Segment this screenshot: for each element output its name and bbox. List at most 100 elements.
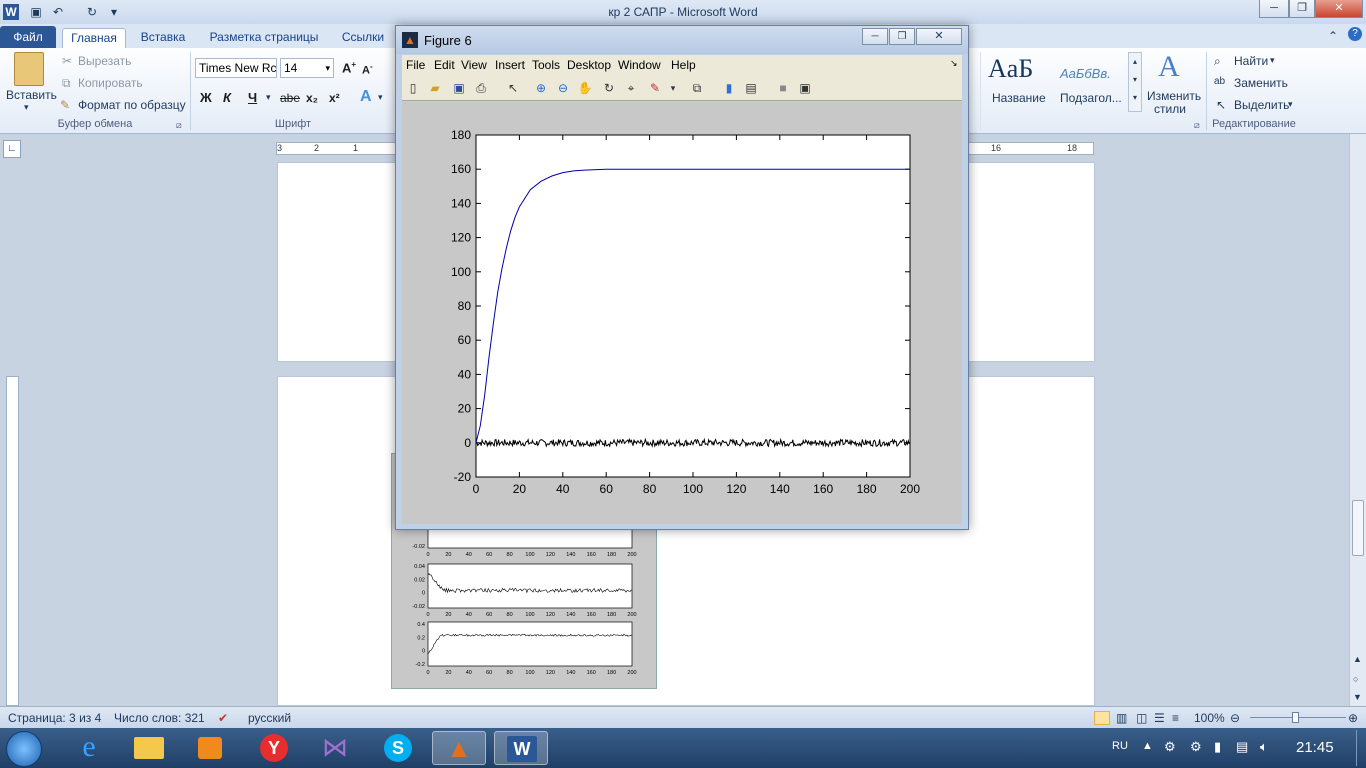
web-layout-view-icon[interactable]: ◫ — [1136, 711, 1147, 725]
menu-help[interactable]: Help — [671, 58, 696, 72]
tray-settings-icon[interactable]: ⚙ — [1164, 739, 1176, 755]
paste-dropdown-icon[interactable]: ▾ — [24, 102, 29, 113]
volume-icon[interactable]: 🔈︎ — [1260, 739, 1268, 755]
menu-desktop[interactable]: Desktop — [567, 58, 611, 72]
insert-legend-icon[interactable]: ▤ — [742, 79, 760, 97]
print-layout-view-icon[interactable] — [1094, 711, 1110, 725]
font-size-dropdown-icon[interactable]: ▾ — [325, 59, 330, 77]
media-player-icon[interactable] — [182, 731, 236, 765]
battery-icon[interactable]: ▮ — [1214, 739, 1221, 755]
matlab-logo-icon[interactable]: ▲ — [402, 32, 418, 48]
tab-selector-icon[interactable]: ∟ — [3, 140, 21, 158]
brush-icon[interactable]: ✎ — [646, 79, 664, 97]
paste-button[interactable]: Вставить — [6, 88, 57, 102]
language-status[interactable]: русский — [248, 711, 291, 725]
scroll-up-icon[interactable]: ▲ — [1353, 654, 1362, 664]
text-effects-dropdown-icon[interactable]: ▾ — [378, 92, 383, 103]
draft-view-icon[interactable]: ≡ — [1172, 711, 1179, 725]
bold-button[interactable]: Ж — [200, 90, 212, 105]
hide-plot-tools-icon[interactable]: ■ — [774, 79, 792, 97]
style-title-preview[interactable]: AaБ — [988, 54, 1033, 84]
tab-file[interactable]: Файл — [0, 26, 56, 48]
tab-references[interactable]: Ссылки — [336, 28, 390, 48]
tab-home[interactable]: Главная — [62, 28, 126, 48]
main-line-chart[interactable]: 0 20 40 60 80 100 120 140 160 180 200-200204060801… — [402, 102, 962, 524]
zoom-out-tool-icon[interactable]: ⊖ — [554, 79, 572, 97]
clipboard-launcher-icon[interactable]: ⧄ — [176, 120, 182, 131]
zoom-level[interactable]: 100% — [1194, 711, 1225, 725]
tab-page-layout[interactable]: Разметка страницы — [204, 28, 324, 48]
find-button[interactable]: Найти — [1234, 54, 1268, 68]
change-styles-button-line2[interactable]: стили — [1154, 102, 1186, 116]
explorer-folder-icon[interactable] — [122, 731, 176, 765]
insert-colorbar-icon[interactable]: ▮ — [720, 79, 738, 97]
show-hidden-icons-icon[interactable]: ▲ — [1142, 740, 1153, 752]
dock-arrow-icon[interactable]: ↘ — [950, 58, 958, 69]
zoom-slider-thumb[interactable] — [1292, 712, 1299, 723]
show-plot-tools-icon[interactable]: ▣ — [796, 79, 814, 97]
pan-tool-icon[interactable]: ✋ — [576, 79, 594, 97]
underline-button[interactable]: Ч — [248, 90, 257, 105]
zoom-in-icon[interactable]: ⊕ — [1348, 711, 1358, 725]
styles-launcher-icon[interactable]: ⧄ — [1194, 120, 1200, 131]
collapse-ribbon-icon[interactable]: ⌃ — [1328, 29, 1338, 43]
clock[interactable]: 21:45 — [1296, 739, 1334, 756]
style-title-label[interactable]: Название — [992, 91, 1046, 105]
proofing-icon[interactable]: ✔ — [218, 711, 228, 725]
figure-minimize-button[interactable]: ─ — [862, 28, 888, 45]
zoom-in-tool-icon[interactable]: ⊕ — [532, 79, 550, 97]
print-figure-icon[interactable]: ⎙ — [472, 79, 490, 97]
restore-button[interactable]: ❐ — [1289, 0, 1315, 18]
skype-icon[interactable]: S — [370, 731, 424, 765]
strikethrough-button[interactable]: abe — [280, 91, 300, 105]
replace-button[interactable]: Заменить — [1234, 76, 1288, 90]
superscript-button[interactable]: x² — [329, 91, 340, 105]
shrink-font-button[interactable]: A- — [362, 62, 373, 77]
change-styles-button[interactable]: Изменить — [1147, 89, 1201, 103]
menu-view[interactable]: View — [461, 58, 487, 72]
change-styles-icon[interactable]: A — [1158, 50, 1180, 84]
format-painter-button[interactable]: Формат по образцу — [78, 98, 186, 112]
matlab-figure-window[interactable]: ▲ Figure 6 ─ ❐ ✕ File Edit View Insert T… — [395, 25, 969, 530]
show-desktop-button[interactable] — [1356, 730, 1366, 766]
save-figure-icon[interactable]: ▣ — [450, 79, 468, 97]
copy-button[interactable]: Копировать — [78, 76, 143, 90]
matlab-taskbar-icon[interactable]: ▲ — [432, 731, 486, 765]
vertical-ruler[interactable] — [6, 376, 19, 706]
style-subtitle-label[interactable]: Подзагол... — [1060, 91, 1122, 105]
internet-explorer-icon[interactable]: e — [62, 731, 116, 765]
menu-insert[interactable]: Insert — [495, 58, 525, 72]
select-button[interactable]: Выделить — [1234, 98, 1289, 112]
italic-button[interactable]: К — [223, 90, 231, 105]
edit-plot-icon[interactable]: ↖ — [504, 79, 522, 97]
cut-button[interactable]: Вырезать — [78, 54, 131, 68]
subscript-button[interactable]: x₂ — [306, 91, 318, 105]
style-subtitle-preview[interactable]: AaБбВв. — [1060, 66, 1111, 81]
styles-scroll[interactable]: ▴ ▾ ▾ — [1128, 52, 1142, 112]
grow-font-button[interactable]: A+ — [342, 60, 356, 75]
minimize-button[interactable]: ─ — [1259, 0, 1289, 18]
new-figure-icon[interactable]: ▯ — [404, 79, 422, 97]
scroll-down-icon[interactable]: ▼ — [1353, 692, 1362, 702]
zoom-out-icon[interactable]: ⊖ — [1230, 711, 1240, 725]
link-plot-icon[interactable]: ⧉ — [688, 79, 706, 97]
find-dropdown-icon[interactable]: ▾ — [1270, 55, 1275, 66]
close-button[interactable]: ✕ — [1315, 0, 1363, 18]
figure-close-button[interactable]: ✕ — [916, 28, 962, 45]
vertical-scrollbar[interactable]: ▲ ○ ▼ — [1349, 134, 1366, 706]
figure-restore-button[interactable]: ❐ — [889, 28, 915, 45]
tray-app-icon[interactable]: ⚙ — [1190, 739, 1202, 755]
brush-dropdown-icon[interactable]: ▾ — [664, 79, 682, 97]
word-taskbar-icon[interactable]: W — [494, 731, 548, 765]
yandex-browser-icon[interactable]: Y — [246, 731, 300, 765]
open-file-icon[interactable]: ▰ — [426, 79, 444, 97]
start-button-icon[interactable] — [6, 731, 42, 767]
full-screen-view-icon[interactable]: ▥ — [1116, 711, 1127, 725]
scroll-thumb[interactable] — [1352, 500, 1364, 556]
input-language-indicator[interactable]: RU — [1112, 740, 1128, 752]
menu-edit[interactable]: Edit — [434, 58, 455, 72]
tab-insert[interactable]: Вставка — [134, 28, 192, 48]
data-cursor-icon[interactable]: ⌖ — [622, 79, 640, 97]
paste-icon[interactable] — [14, 52, 44, 86]
menu-window[interactable]: Window — [618, 58, 661, 72]
